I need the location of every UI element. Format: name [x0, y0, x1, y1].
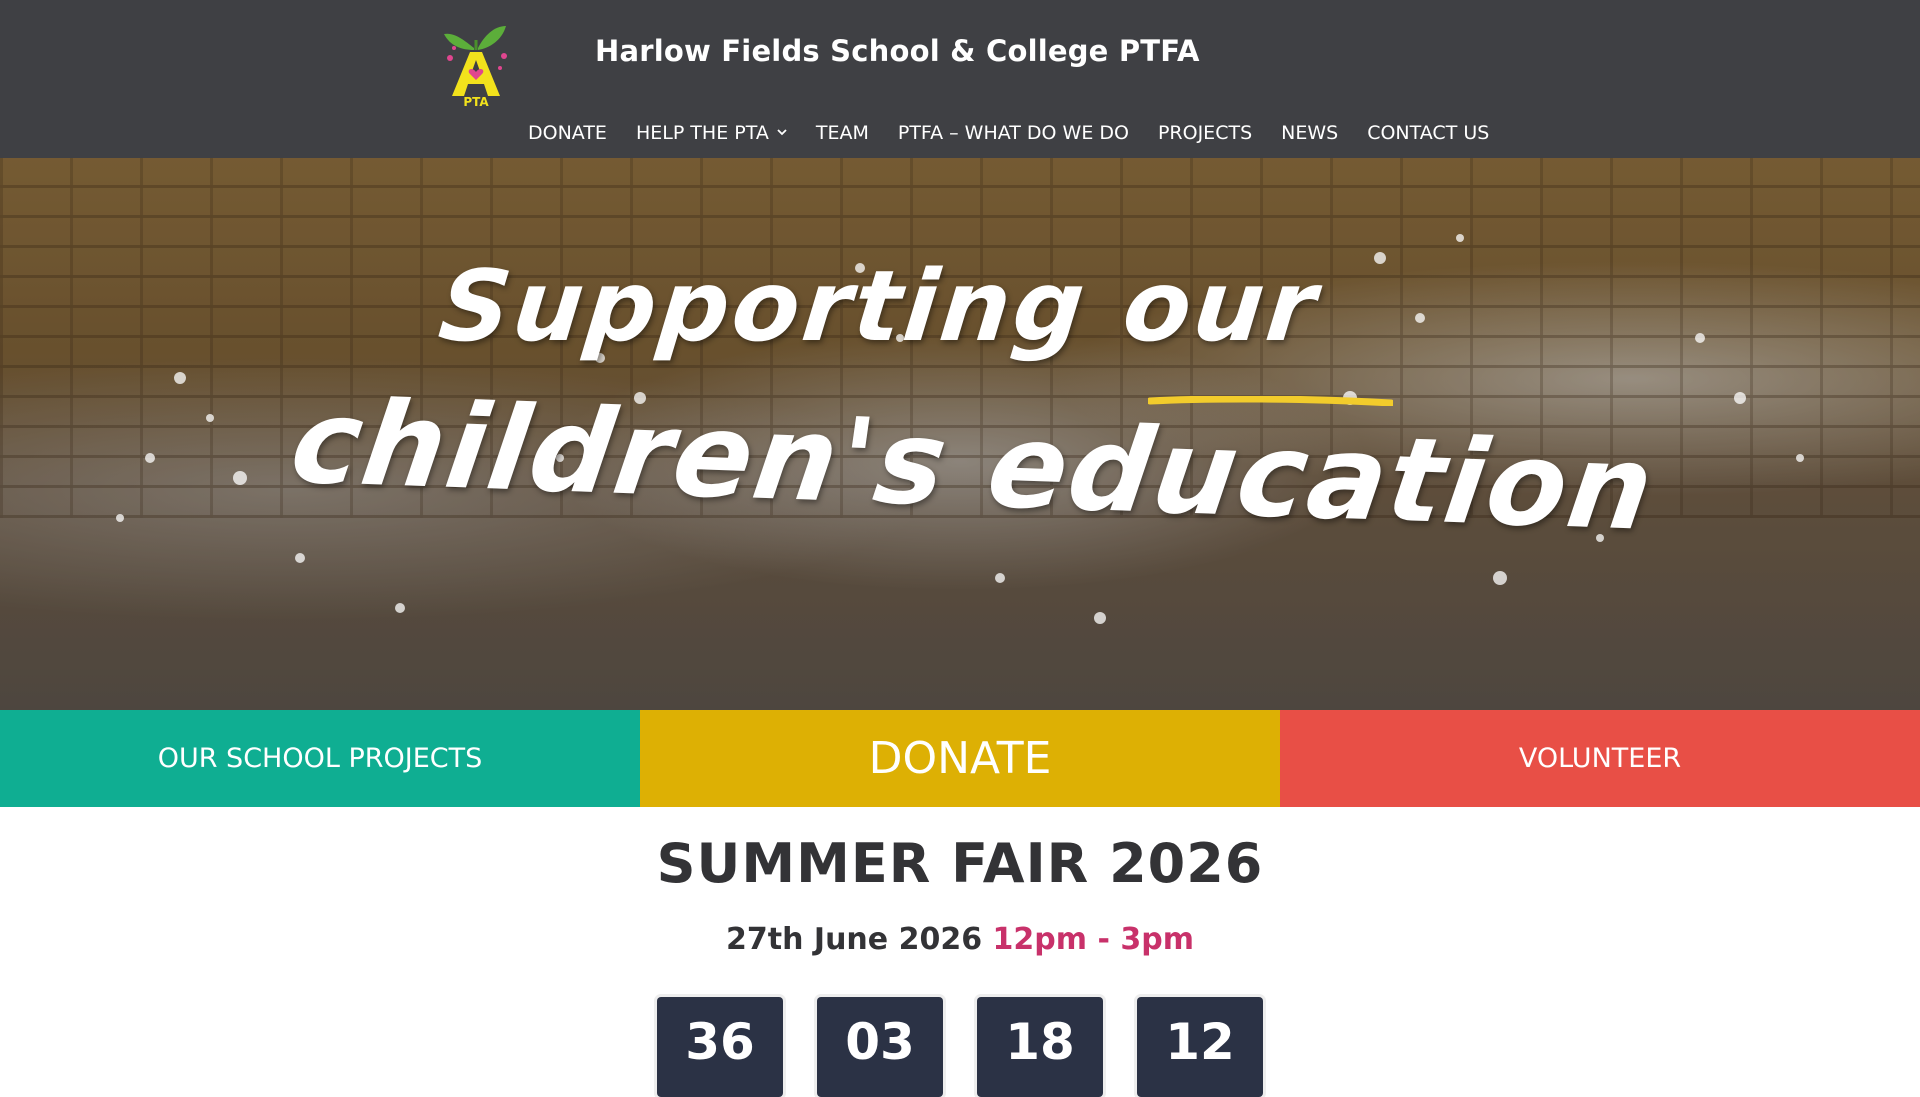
nav-item-news[interactable]: NEWS [1281, 122, 1338, 144]
site-title[interactable]: Harlow Fields School & College PTFA [595, 34, 1200, 68]
countdown-value: 03 [845, 1013, 915, 1071]
countdown-box: 36 [657, 997, 783, 1097]
hero-word-our: our [1117, 250, 1325, 364]
countdown-box: 12 [1137, 997, 1263, 1097]
hero-headline-line-2: children's education [283, 374, 1663, 557]
countdown-box: 18 [977, 997, 1103, 1097]
nav-item-ptfa-what-do-we-do[interactable]: PTFA – WHAT DO WE DO [898, 122, 1129, 144]
site-header: PTA Harlow Fields School & College PTFA … [0, 0, 1920, 158]
cta-row: OUR SCHOOL PROJECTS DONATE VOLUNTEER [0, 710, 1920, 807]
main-nav: DONATE HELP THE PTA TEAM PTFA – WHAT DO … [528, 118, 1489, 148]
logo-text: PTA [463, 95, 489, 108]
countdown-box: 03 [817, 997, 943, 1097]
countdown-value: 18 [1005, 1013, 1075, 1071]
hero-headline: Supporting our children's education [0, 158, 1920, 710]
hero-word-supporting: Supporting [434, 250, 1093, 364]
event-title: SUMMER FAIR 2026 [656, 832, 1264, 895]
donate-button[interactable]: DONATE [640, 710, 1280, 807]
countdown-timer: 36 03 18 12 [657, 997, 1263, 1097]
countdown-value: 36 [685, 1013, 755, 1071]
event-date-line: 27th June 2026 12pm - 3pm [0, 922, 1920, 957]
nav-item-label: HELP THE PTA [635, 122, 769, 144]
nav-item-team[interactable]: TEAM [816, 122, 869, 144]
nav-item-donate[interactable]: DONATE [528, 122, 607, 144]
countdown-value: 12 [1165, 1013, 1235, 1071]
chevron-down-icon[interactable] [777, 127, 787, 137]
hero-banner: Supporting our children's education [0, 158, 1920, 710]
ptfa-logo[interactable]: PTA [434, 10, 518, 108]
event-time: 12pm - 3pm [992, 922, 1194, 957]
nav-item-projects[interactable]: PROJECTS [1158, 122, 1252, 144]
volunteer-button[interactable]: VOLUNTEER [1280, 710, 1920, 807]
nav-item-help-the-pta[interactable]: HELP THE PTA [636, 122, 787, 144]
hero-headline-line-1: Supporting our [434, 250, 1324, 364]
nav-item-contact-us[interactable]: CONTACT US [1367, 122, 1489, 144]
event-date: 27th June 2026 [726, 922, 983, 957]
our-school-projects-button[interactable]: OUR SCHOOL PROJECTS [0, 710, 640, 807]
